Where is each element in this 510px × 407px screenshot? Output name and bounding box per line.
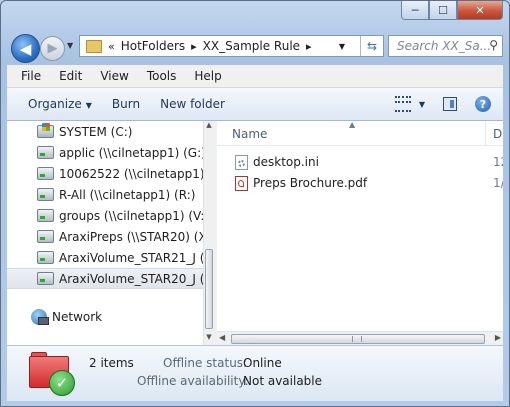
arrow-right-icon: ▶ <box>47 41 58 56</box>
chevron-right-icon[interactable]: ▸ <box>191 40 197 53</box>
navigation-bar: ◀ ▶ ▼ « HotFolders ▸ XX_Sample Rule ▸ ▼ … <box>1 27 509 65</box>
close-button[interactable]: ✕ <box>457 1 503 20</box>
file-date-truncated: 12 <box>493 155 503 169</box>
scroll-thumb[interactable] <box>231 334 485 344</box>
nav-item-label: 10062522 (\\cilnetapp1) (I <box>59 166 213 181</box>
nav-item-araxivolume-star20[interactable]: AraxiVolume_STAR20_J (\\ <box>7 268 213 289</box>
help-icon[interactable]: ? <box>475 96 491 112</box>
network-drive-icon <box>37 209 54 222</box>
nav-vertical-scrollbar[interactable]: ▲ ▼ <box>203 121 213 345</box>
offline-availability-label: Offline availability: <box>137 374 249 388</box>
organize-button[interactable]: Organize ▼ <box>7 97 102 111</box>
breadcrumb-hotfolders[interactable]: HotFolders <box>121 39 185 53</box>
navigation-pane: SYSTEM (C:) applic (\\cilnetapp1) (G:) 1… <box>7 121 213 345</box>
search-input[interactable]: Search XX_Sa... ⚲ <box>388 35 503 57</box>
arrow-left-icon: ◀ <box>19 39 32 58</box>
network-icon <box>31 309 49 325</box>
nav-tree: SYSTEM (C:) applic (\\cilnetapp1) (G:) 1… <box>7 121 213 289</box>
nav-item-system-drive[interactable]: SYSTEM (C:) <box>7 121 203 142</box>
new-folder-button[interactable]: New folder <box>150 97 235 111</box>
folder-icon <box>86 39 102 53</box>
nav-item-label: groups (\\cilnetapp1) (V:) <box>59 208 209 223</box>
settings-file-icon <box>235 154 248 170</box>
network-drive-icon <box>37 251 54 264</box>
chevron-right-icon[interactable]: ▸ <box>306 40 312 53</box>
network-drive-icon <box>37 272 54 285</box>
preview-pane-icon[interactable] <box>443 97 457 111</box>
caption-buttons: ─ ☐ ✕ <box>401 1 503 21</box>
command-bar: Organize ▼ Burn New folder ▼ ? <box>7 88 503 121</box>
nav-item-araxipreps-drive[interactable]: AraxiPreps (\\STAR20) (X: <box>7 226 211 247</box>
forward-button[interactable]: ▶ <box>40 36 65 61</box>
sync-check-icon: ✓ <box>49 370 75 396</box>
file-name: desktop.ini <box>253 155 319 169</box>
scroll-down-icon[interactable]: ▼ <box>204 333 213 345</box>
file-row-preps-brochure[interactable]: Preps Brochure.pdf 1/ <box>217 173 503 193</box>
address-bar[interactable]: « HotFolders ▸ XX_Sample Rule ▸ ▼ ⇆ <box>79 35 384 57</box>
column-header-name[interactable]: Name <box>232 127 267 141</box>
nav-item-label: AraxiPreps (\\STAR20) (X: <box>59 229 211 244</box>
chevron-down-icon: ▼ <box>85 101 92 110</box>
change-view-icon[interactable] <box>394 96 411 112</box>
breadcrumb-sample-rule[interactable]: XX_Sample Rule <box>203 39 300 53</box>
file-horizontal-scrollbar[interactable]: ◀ ▶ <box>217 331 503 345</box>
nav-item-label: Network <box>52 310 103 324</box>
toolbar-right: ▼ ? <box>394 88 503 120</box>
back-button[interactable]: ◀ <box>11 34 40 63</box>
minimize-button[interactable]: ─ <box>401 1 429 20</box>
maximize-button[interactable]: ☐ <box>429 1 457 20</box>
offline-availability-value: Not available <box>243 374 323 388</box>
network-drive-icon <box>37 188 54 201</box>
menu-bar: File Edit View Tools Help <box>7 65 503 88</box>
nav-item-applic-drive[interactable]: applic (\\cilnetapp1) (G:) <box>7 142 206 163</box>
offline-folder-icon: ✓ <box>29 352 75 396</box>
network-drive-icon <box>37 230 54 243</box>
nav-item-araxivolume-star21[interactable]: AraxiVolume_STAR21_J (\\ <box>7 247 213 268</box>
search-placeholder: Search XX_Sa... <box>397 39 492 53</box>
item-count: 2 items <box>89 356 134 370</box>
overflow-chevron-icon[interactable]: « <box>108 40 115 53</box>
refresh-button[interactable]: ⇆ <box>360 36 383 56</box>
file-name: Preps Brochure.pdf <box>253 176 368 190</box>
organize-label: Organize <box>28 97 82 111</box>
network-drive-icon <box>37 167 54 180</box>
details-pane: ✓ 2 items Offline status: Online Offline… <box>7 345 503 401</box>
nav-item-label: AraxiVolume_STAR21_J (\\ <box>59 250 213 265</box>
column-header-date[interactable]: Da <box>493 127 503 141</box>
scroll-thumb[interactable] <box>205 249 213 329</box>
sort-ascending-icon: ▲ <box>349 121 356 129</box>
nav-item-label: applic (\\cilnetapp1) (G:) <box>59 145 206 160</box>
offline-status-label: Offline status: <box>163 356 248 370</box>
nav-item-label: SYSTEM (C:) <box>59 124 133 139</box>
refresh-icon: ⇆ <box>366 39 378 53</box>
search-icon[interactable]: ⚲ <box>489 38 498 52</box>
nav-item-r-all-drive[interactable]: R-All (\\cilnetapp1) (R:) <box>7 184 203 205</box>
system-drive-icon <box>37 123 54 138</box>
view-options-dropdown-icon[interactable]: ▼ <box>419 100 425 109</box>
scroll-grip <box>352 336 362 342</box>
nav-item-label: AraxiVolume_STAR20_J (\\ <box>59 271 213 286</box>
burn-button[interactable]: Burn <box>102 97 150 111</box>
nav-item-10062522-drive[interactable]: 10062522 (\\cilnetapp1) (I <box>7 163 213 184</box>
file-row-desktop-ini[interactable]: desktop.ini 12 <box>217 152 503 172</box>
scroll-left-icon[interactable]: ◀ <box>219 333 225 342</box>
explorer-window: ─ ☐ ✕ ◀ ▶ ▼ « HotFolders ▸ XX_Sample Rul… <box>0 0 510 407</box>
scroll-right-icon[interactable]: ▶ <box>495 333 501 342</box>
network-drive-icon <box>37 146 54 159</box>
nav-item-label: R-All (\\cilnetapp1) (R:) <box>59 187 196 202</box>
column-divider[interactable] <box>485 121 486 145</box>
column-headers: ▲ Name Da <box>217 121 503 146</box>
file-list-pane: ▲ Name Da desktop.ini 12 Preps Brochure.… <box>217 121 503 345</box>
scroll-up-icon[interactable]: ▲ <box>204 121 213 133</box>
nav-item-network[interactable]: Network <box>7 307 102 327</box>
recent-pages-dropdown[interactable]: ▼ <box>67 41 73 50</box>
address-dropdown-icon[interactable]: ▼ <box>339 42 345 51</box>
pdf-file-icon <box>235 175 248 191</box>
nav-item-groups-drive[interactable]: groups (\\cilnetapp1) (V:) <box>7 205 209 226</box>
offline-status-value: Online <box>243 356 282 370</box>
menu-help[interactable]: Help <box>174 69 229 83</box>
file-date-truncated: 1/ <box>493 176 503 190</box>
